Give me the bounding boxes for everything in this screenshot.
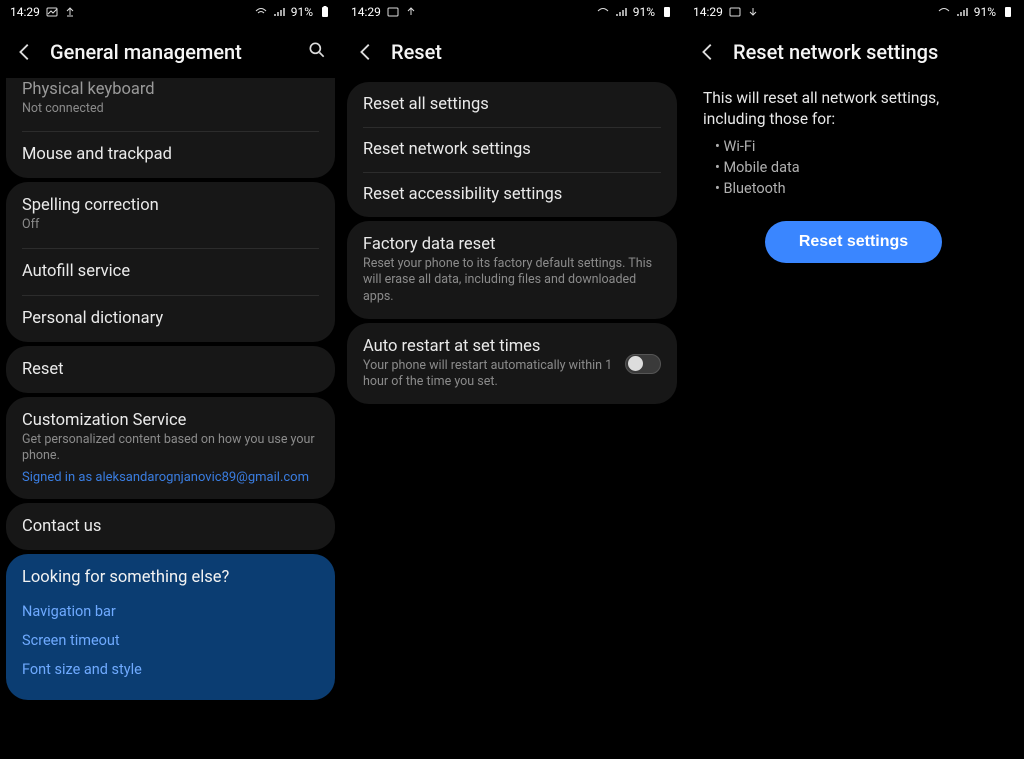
reset-bullets: Wi-Fi Mobile data Bluetooth — [683, 130, 1024, 199]
download-icon — [747, 6, 759, 18]
row-factory-data-reset[interactable]: Factory data reset Reset your phone to i… — [347, 221, 677, 319]
row-title: Physical keyboard — [22, 80, 319, 99]
clock: 14:29 — [351, 5, 381, 19]
back-icon[interactable] — [355, 41, 377, 63]
looking-for-title: Looking for something else? — [22, 568, 319, 587]
reset-settings-button[interactable]: Reset settings — [765, 221, 942, 263]
app-bar: Reset — [341, 24, 683, 78]
row-title: Reset network settings — [363, 140, 661, 159]
row-title: Reset accessibility settings — [363, 185, 661, 204]
link-font-size-style[interactable]: Font size and style — [22, 655, 319, 684]
row-title: Factory data reset — [363, 235, 661, 254]
signal-icon — [956, 6, 968, 18]
group-reset: Reset — [6, 346, 335, 393]
image-icon — [46, 6, 58, 18]
row-title: Mouse and trackpad — [22, 145, 319, 164]
image-icon — [387, 6, 399, 18]
row-contact-us[interactable]: Contact us — [6, 503, 335, 550]
reset-description: This will reset all network settings, in… — [683, 78, 1024, 130]
screen-reset: 14:29 91% Reset Reset all settings Reset… — [341, 0, 683, 759]
wifi-icon — [938, 6, 950, 18]
row-title: Reset all settings — [363, 95, 661, 114]
row-reset-accessibility-settings[interactable]: Reset accessibility settings — [347, 172, 677, 217]
bullet-bluetooth: Bluetooth — [715, 178, 1004, 199]
row-auto-restart[interactable]: Auto restart at set times Your phone wil… — [347, 323, 677, 405]
page-title: Reset — [391, 40, 442, 64]
status-bar: 14:29 91% — [341, 0, 683, 24]
row-physical-keyboard[interactable]: Physical keyboard Not connected — [6, 78, 335, 131]
row-customization-service[interactable]: Customization Service Get personalized c… — [6, 397, 335, 500]
back-icon[interactable] — [697, 41, 719, 63]
clock: 14:29 — [693, 5, 723, 19]
page-title: Reset network settings — [733, 40, 938, 64]
row-subtitle: Not connected — [22, 101, 319, 117]
group-text-input: Spelling correction Off Autofill service… — [6, 182, 335, 341]
row-reset[interactable]: Reset — [6, 346, 335, 393]
battery-pct: 91% — [291, 5, 313, 19]
row-title: Auto restart at set times — [363, 337, 617, 356]
screen-reset-network-settings: 14:29 91% Reset network settings This wi… — [683, 0, 1024, 759]
battery-icon — [319, 6, 331, 18]
signed-in-link[interactable]: Signed in as aleksandarognjanovic89@gmai… — [22, 470, 319, 485]
link-screen-timeout[interactable]: Screen timeout — [22, 626, 319, 655]
clock: 14:29 — [10, 5, 40, 19]
back-icon[interactable] — [14, 41, 36, 63]
group-customization: Customization Service Get personalized c… — [6, 397, 335, 500]
group-contact: Contact us — [6, 503, 335, 550]
app-bar: Reset network settings — [683, 24, 1024, 78]
search-icon[interactable] — [307, 40, 327, 64]
group-reset-options: Reset all settings Reset network setting… — [347, 82, 677, 217]
row-title: Personal dictionary — [22, 309, 319, 328]
wifi-icon — [597, 6, 609, 18]
battery-icon — [661, 6, 673, 18]
battery-icon — [1002, 6, 1014, 18]
auto-restart-toggle[interactable] — [625, 354, 661, 374]
group-input-devices: Physical keyboard Not connected Mouse an… — [6, 78, 335, 178]
row-title: Spelling correction — [22, 196, 319, 215]
status-bar: 14:29 91% — [683, 0, 1024, 24]
looking-for-block: Looking for something else? Navigation b… — [6, 554, 335, 700]
app-bar: General management — [0, 24, 341, 78]
signal-icon — [615, 6, 627, 18]
battery-pct: 91% — [633, 5, 655, 19]
bullet-wifi: Wi-Fi — [715, 136, 1004, 157]
battery-pct: 91% — [974, 5, 996, 19]
group-factory-reset: Factory data reset Reset your phone to i… — [347, 221, 677, 319]
signal-icon — [273, 6, 285, 18]
row-title: Autofill service — [22, 262, 319, 281]
screen-general-management: 14:29 91% General management Physical ke… — [0, 0, 341, 759]
row-title: Customization Service — [22, 411, 319, 430]
row-mouse-trackpad[interactable]: Mouse and trackpad — [6, 131, 335, 178]
row-spelling-correction[interactable]: Spelling correction Off — [6, 182, 335, 247]
row-subtitle: Your phone will restart automatically wi… — [363, 358, 617, 391]
row-autofill-service[interactable]: Autofill service — [6, 248, 335, 295]
row-subtitle: Get personalized content based on how yo… — [22, 432, 319, 465]
bullet-mobile-data: Mobile data — [715, 157, 1004, 178]
group-auto-restart: Auto restart at set times Your phone wil… — [347, 323, 677, 405]
row-reset-network-settings[interactable]: Reset network settings — [347, 127, 677, 172]
wifi-icon — [255, 6, 267, 18]
row-subtitle: Off — [22, 217, 319, 233]
upload-icon — [64, 6, 76, 18]
status-bar: 14:29 91% — [0, 0, 341, 24]
row-personal-dictionary[interactable]: Personal dictionary — [6, 295, 335, 342]
image-icon — [729, 6, 741, 18]
link-navigation-bar[interactable]: Navigation bar — [22, 597, 319, 626]
page-title: General management — [50, 40, 242, 64]
upload-icon — [405, 6, 417, 18]
row-reset-all-settings[interactable]: Reset all settings — [347, 82, 677, 127]
row-title: Contact us — [22, 517, 319, 536]
row-subtitle: Reset your phone to its factory default … — [363, 256, 661, 305]
row-title: Reset — [22, 360, 319, 379]
